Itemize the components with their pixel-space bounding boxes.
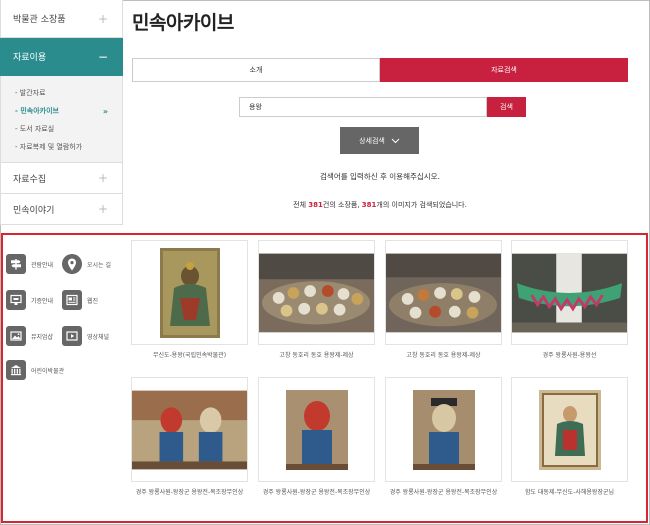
result-thumbnail[interactable] bbox=[258, 377, 375, 482]
shop-icon bbox=[6, 326, 26, 346]
result-card[interactable]: 경주 왕룡사원-용왕선 bbox=[511, 240, 628, 362]
result-card[interactable]: 경주 왕룡사원-왕장군 용왕전-목조장무인상 bbox=[131, 377, 248, 499]
tab-bar: 소개 자료검색 bbox=[132, 58, 628, 82]
quick-link-label: 영상채널 bbox=[87, 333, 110, 341]
result-count-images: 381 bbox=[361, 201, 377, 209]
tab-search[interactable]: 자료검색 bbox=[380, 58, 628, 82]
quick-link-shop[interactable]: 뮤지엄샵 bbox=[6, 326, 53, 346]
sidebar-subitem-label: - 자료복제 및 열람허가 bbox=[15, 143, 83, 151]
result-count-items: 381 bbox=[308, 201, 323, 209]
quick-link-directions[interactable]: 오시는 길 bbox=[62, 254, 111, 274]
quick-link-label: 어린이박물관 bbox=[31, 367, 65, 375]
result-thumbnail[interactable] bbox=[385, 377, 502, 482]
sidebar-submenu: - 발간자료 - 민속아카이브 » - 도서 자료실 - 자료복제 및 열람허가 bbox=[0, 76, 123, 163]
quick-link-visit-guide[interactable]: 관람안내 bbox=[6, 254, 53, 274]
result-thumbnail[interactable] bbox=[131, 377, 248, 482]
result-mid: 건의 소장품, bbox=[322, 201, 362, 209]
sidebar-subitem-library[interactable]: - 도서 자료실 bbox=[1, 120, 122, 138]
sidebar-subitem-archive[interactable]: - 민속아카이브 » bbox=[1, 102, 122, 120]
quick-link-label: 기증안내 bbox=[31, 297, 54, 305]
minus-icon: − bbox=[97, 49, 108, 64]
wooden-general-statue-image bbox=[412, 389, 475, 470]
result-caption[interactable]: 경주 왕룡사원-왕장군 용왕전-목조장무인상 bbox=[258, 487, 375, 499]
donation-icon bbox=[6, 290, 26, 310]
plus-icon: + bbox=[97, 202, 108, 216]
result-caption[interactable]: 경주 왕룡사원-왕장군 용왕전-목조장무인상 bbox=[131, 487, 248, 499]
video-play-icon bbox=[62, 326, 82, 346]
dragon-king-boat-image bbox=[512, 253, 627, 332]
sidebar-item-label: 민속이야기 bbox=[13, 205, 55, 216]
result-thumbnail[interactable] bbox=[258, 240, 375, 345]
result-caption[interactable]: 경주 왕룡사원-왕장군 용왕전-목조장무인상 bbox=[385, 487, 502, 499]
advanced-search-label: 상세검색 bbox=[359, 136, 385, 145]
signpost-icon bbox=[6, 254, 26, 274]
sidebar-subitem-reproduction[interactable]: - 자료복제 및 열람허가 bbox=[1, 138, 122, 156]
location-pin-icon bbox=[62, 254, 82, 274]
plus-icon: + bbox=[97, 171, 108, 185]
sidebar-item-resources[interactable]: 자료이용 − bbox=[0, 38, 123, 76]
sidebar-subitem-label: - 발간자료 bbox=[15, 89, 46, 97]
sidebar-subitem-label: - 민속아카이브 bbox=[15, 107, 59, 115]
result-card[interactable]: 고창 동호리 동호 용왕제-제상 bbox=[385, 240, 502, 362]
dragon-king-painting-image bbox=[159, 247, 220, 338]
result-thumbnail[interactable] bbox=[131, 240, 248, 345]
sidebar-item-collection[interactable]: 박물관 소장품 + bbox=[0, 0, 123, 38]
sidebar-item-acquisition[interactable]: 자료수집 + bbox=[0, 163, 123, 194]
search-button[interactable]: 검색 bbox=[487, 97, 526, 117]
building-icon bbox=[6, 360, 26, 380]
result-card[interactable]: 경주 왕룡사원-왕장군 용왕전-목조장무인상 bbox=[385, 377, 502, 499]
chevron-down-icon bbox=[391, 138, 400, 143]
quick-link-label: 관람안내 bbox=[31, 261, 54, 269]
search-hint: 검색어를 입력하신 후 이용해주십시오. bbox=[320, 172, 440, 181]
result-summary: 전체 381건의 소장품, 381개의 이미지가 검색되었습니다. bbox=[132, 200, 628, 210]
wooden-general-statues-image bbox=[132, 390, 247, 469]
result-suffix: 개의 이미지가 검색되었습니다. bbox=[376, 201, 467, 209]
quick-link-label: 오시는 길 bbox=[87, 261, 111, 269]
sidebar-item-stories[interactable]: 민속이야기 + bbox=[0, 194, 123, 225]
search-input[interactable] bbox=[239, 97, 487, 117]
ritual-table-image bbox=[386, 253, 501, 332]
result-caption[interactable]: 무신도-용왕(국립민속박물관) bbox=[131, 350, 248, 362]
quick-link-label: 웹진 bbox=[87, 297, 99, 305]
advanced-search-button[interactable]: 상세검색 bbox=[340, 127, 419, 154]
quick-link-webzine[interactable]: 웹진 bbox=[62, 290, 98, 310]
result-caption[interactable]: 고창 동호리 동호 용왕제-제상 bbox=[385, 350, 502, 362]
result-thumbnail[interactable] bbox=[511, 240, 628, 345]
result-prefix: 전체 bbox=[293, 201, 309, 209]
result-caption[interactable]: 경주 왕룡사원-용왕선 bbox=[511, 350, 628, 362]
result-caption[interactable]: 고창 동호리 동호 용왕제-제상 bbox=[258, 350, 375, 362]
quick-link-donation[interactable]: 기증안내 bbox=[6, 290, 53, 310]
sidebar-item-label: 자료수집 bbox=[13, 174, 47, 185]
webzine-icon bbox=[62, 290, 82, 310]
double-chevron-right-icon: » bbox=[102, 106, 108, 116]
plus-icon: + bbox=[97, 11, 108, 26]
wooden-general-statue-image bbox=[285, 389, 348, 470]
result-thumbnail[interactable] bbox=[511, 377, 628, 482]
result-card[interactable]: 고창 동호리 동호 용왕제-제상 bbox=[258, 240, 375, 362]
tab-intro[interactable]: 소개 bbox=[132, 58, 380, 82]
search-bar: 검색 bbox=[239, 97, 526, 117]
page-title: 민속아카이브 bbox=[132, 12, 234, 34]
sidebar-subitem-label: - 도서 자료실 bbox=[15, 125, 55, 133]
sidebar-subitem-publications[interactable]: - 발간자료 bbox=[1, 84, 122, 102]
quick-link-kids-museum[interactable]: 어린이박물관 bbox=[6, 360, 64, 380]
sidebar-item-label: 박물관 소장품 bbox=[13, 15, 66, 25]
sidebar: 박물관 소장품 + 자료이용 − - 발간자료 - 민속아카이브 » - 도서 … bbox=[0, 0, 123, 225]
quick-link-video[interactable]: 영상채널 bbox=[62, 326, 109, 346]
result-caption[interactable]: 함도 대동제-무신도-사해용왕장군님 bbox=[511, 487, 628, 499]
sidebar-item-label: 자료이용 bbox=[13, 53, 47, 63]
result-thumbnail[interactable] bbox=[385, 240, 502, 345]
quick-link-label: 뮤지엄샵 bbox=[31, 333, 54, 341]
shaman-painting-image bbox=[538, 389, 601, 470]
result-card[interactable]: 무신도-용왕(국립민속박물관) bbox=[131, 240, 248, 362]
result-card[interactable]: 경주 왕룡사원-왕장군 용왕전-목조장무인상 bbox=[258, 377, 375, 499]
ritual-table-image bbox=[259, 253, 374, 332]
result-card[interactable]: 함도 대동제-무신도-사해용왕장군님 bbox=[511, 377, 628, 499]
